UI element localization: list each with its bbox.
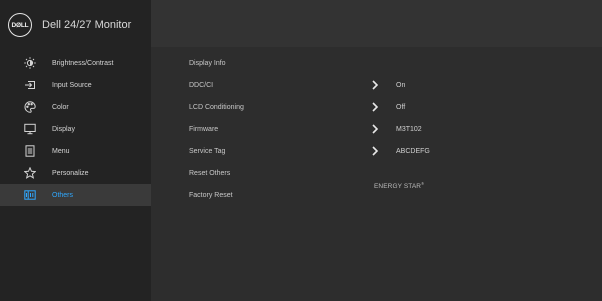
options-panel: Display Info DDC/CI On LCD Conditioning …: [151, 0, 602, 301]
sidebar-item-others[interactable]: Others: [0, 184, 151, 206]
chevron-right-icon: [369, 145, 381, 157]
sidebar-item-label: Menu: [52, 147, 70, 155]
sidebar-item-label: Input Source: [52, 81, 92, 89]
option-value: ABCDEFG: [396, 147, 430, 155]
option-firmware[interactable]: Firmware M3T102: [189, 118, 599, 140]
input-source-icon: [24, 79, 36, 91]
menu-icon: [24, 145, 36, 157]
monitor-title: Dell 24/27 Monitor: [42, 19, 132, 31]
chevron-right-icon: [369, 79, 381, 91]
chevron-right-icon: [369, 123, 381, 135]
option-label: Service Tag: [189, 147, 226, 155]
sidebar-item-label: Personalize: [52, 169, 89, 177]
sidebar-item-label: Display: [52, 125, 75, 133]
brightness-icon: [24, 57, 36, 69]
option-value: Off: [396, 103, 406, 111]
option-value: On: [396, 81, 406, 89]
option-label: Firmware: [189, 125, 219, 133]
option-label: Reset Others: [189, 169, 231, 177]
sidebar-item-brightness-contrast[interactable]: Brightness/Contrast: [0, 52, 151, 74]
option-service-tag[interactable]: Service Tag ABCDEFG: [189, 140, 599, 162]
option-label: LCD Conditioning: [189, 103, 244, 111]
chevron-right-icon: [369, 101, 381, 113]
monitor-osd: DØLL Dell 24/27 Monitor Brightness/Contr…: [0, 0, 602, 301]
dell-logo: DØLL: [8, 13, 32, 37]
sidebar: DØLL Dell 24/27 Monitor Brightness/Contr…: [0, 0, 151, 301]
sidebar-item-label: Brightness/Contrast: [52, 59, 114, 67]
star-icon: [24, 167, 36, 179]
option-value: M3T102: [396, 125, 422, 133]
option-ddc-ci[interactable]: DDC/CI On: [189, 74, 599, 96]
option-label: Factory Reset: [189, 191, 233, 199]
color-palette-icon: [24, 101, 36, 113]
display-icon: [24, 123, 36, 135]
sidebar-item-display[interactable]: Display: [0, 118, 151, 140]
sidebar-item-label: Color: [52, 103, 69, 111]
sidebar-item-input-source[interactable]: Input Source: [0, 74, 151, 96]
panel-header: [151, 0, 602, 47]
sidebar-item-label: Others: [52, 191, 74, 199]
option-lcd-conditioning[interactable]: LCD Conditioning Off: [189, 96, 599, 118]
energy-star-label: ENERGY STAR®: [374, 181, 425, 191]
registered-mark: ®: [421, 181, 425, 186]
brand: DØLL Dell 24/27 Monitor: [8, 13, 131, 37]
sidebar-item-menu[interactable]: Menu: [0, 140, 151, 162]
option-display-info[interactable]: Display Info: [189, 52, 599, 74]
option-label: DDC/CI: [189, 81, 214, 89]
sidebar-item-color[interactable]: Color: [0, 96, 151, 118]
others-icon: [24, 189, 36, 201]
sidebar-item-personalize[interactable]: Personalize: [0, 162, 151, 184]
option-label: Display Info: [189, 59, 226, 67]
